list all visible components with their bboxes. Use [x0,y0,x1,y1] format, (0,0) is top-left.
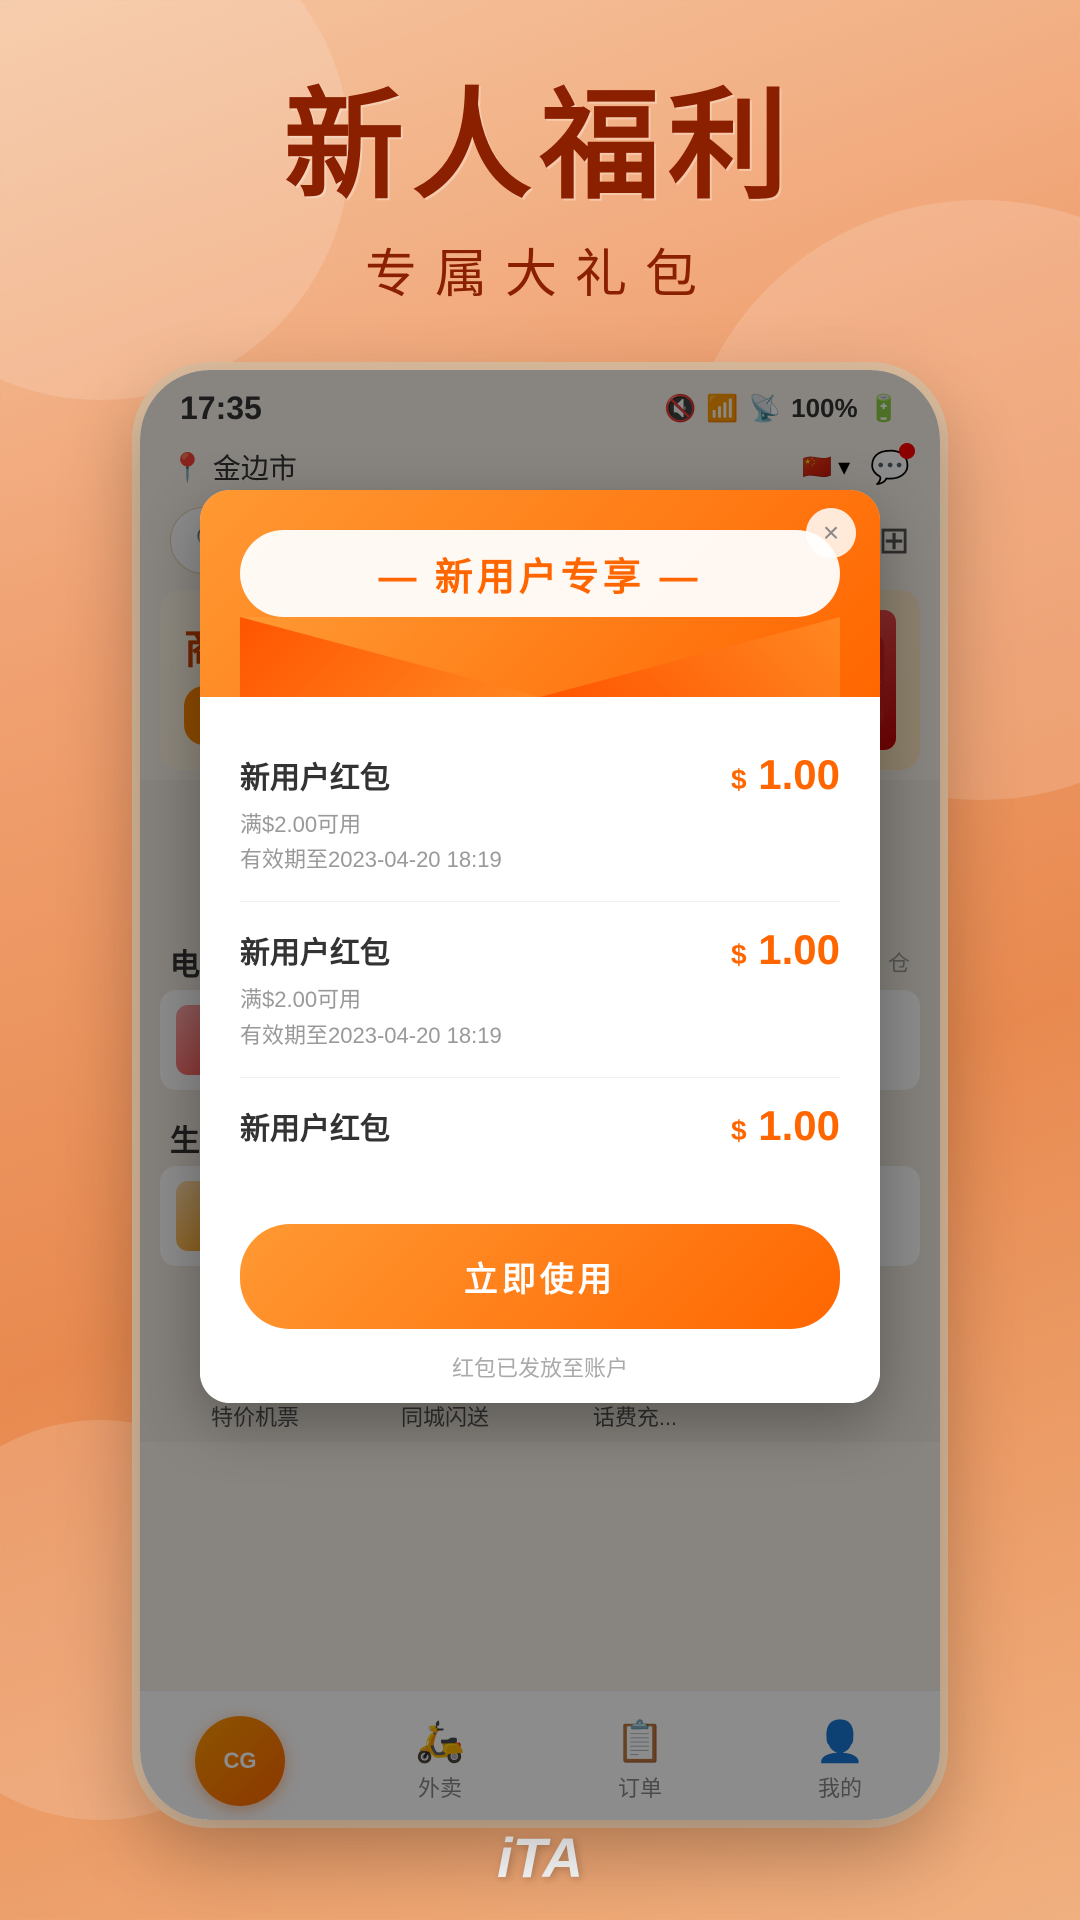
use-coupon-button[interactable]: 立即使用 [240,1224,840,1329]
coupon-item-2: 新用户红包 $ 1.00 满$2.00可用 有效期至2023-04-20 18:… [240,902,840,1077]
hero-section: 新人福利 专属大礼包 [0,80,1080,307]
coupon-item-1: 新用户红包 $ 1.00 满$2.00可用 有效期至2023-04-20 18:… [240,727,840,902]
coupon-item-3: 新用户红包 $ 1.00 [240,1078,840,1174]
coupon-item-2-value: 1.00 [758,926,840,973]
coupon-item-2-desc1: 满$2.00可用 [240,982,840,1017]
coupon-item-1-amount: $ 1.00 [731,751,840,799]
coupon-item-2-amount: $ 1.00 [731,926,840,974]
coupon-item-1-desc1: 满$2.00可用 [240,807,840,842]
coupon-item-1-row: 新用户红包 $ 1.00 [240,751,840,799]
coupon-item-1-currency: $ [731,764,747,795]
coupon-item-2-desc2: 有效期至2023-04-20 18:19 [240,1018,840,1053]
use-btn-wrap: 立即使用 [200,1204,880,1339]
bottom-logo-text: iTA [497,1825,583,1890]
envelope-flap-left [240,617,540,697]
hero-subtitle: 专属大礼包 [0,232,1080,307]
envelope-flap-right [540,617,840,697]
coupon-modal: × — 新用户专享 — 新用户红包 $ [200,490,880,1403]
coupon-item-3-name: 新用户红包 [240,1104,390,1148]
modal-close-button[interactable]: × [806,508,856,558]
coupon-envelope-bottom [240,617,840,697]
coupon-item-1-desc2: 有效期至2023-04-20 18:19 [240,842,840,877]
phone-mockup: 17:35 🔇 📶 📡 100% 🔋 📍 金边市 🇨🇳 ▾ 💬 [140,370,940,1820]
coupon-item-2-currency: $ [731,939,747,970]
coupon-item-1-desc: 满$2.00可用 有效期至2023-04-20 18:19 [240,807,840,877]
coupon-item-2-row: 新用户红包 $ 1.00 [240,926,840,974]
coupon-envelope-header: — 新用户专享 — [200,490,880,697]
coupon-item-1-value: 1.00 [758,751,840,798]
coupon-body: 新用户红包 $ 1.00 满$2.00可用 有效期至2023-04-20 18:… [200,697,880,1204]
coupon-title-banner: — 新用户专享 — [240,530,840,617]
coupon-item-3-currency: $ [731,1115,747,1146]
coupon-item-3-row: 新用户红包 $ 1.00 [240,1102,840,1150]
coupon-title-text: — 新用户专享 — [378,557,701,599]
coupon-item-1-name: 新用户红包 [240,753,390,797]
use-btn-footnote: 红包已发放至账户 [200,1339,880,1403]
coupon-item-2-name: 新用户红包 [240,928,390,972]
coupon-item-3-value: 1.00 [758,1102,840,1149]
bottom-logo-area: iTA [0,1825,1080,1890]
hero-title: 新人福利 [0,80,1080,212]
coupon-item-3-amount: $ 1.00 [731,1102,840,1150]
coupon-item-2-desc: 满$2.00可用 有效期至2023-04-20 18:19 [240,982,840,1052]
modal-overlay[interactable]: × — 新用户专享 — 新用户红包 $ [140,370,940,1820]
